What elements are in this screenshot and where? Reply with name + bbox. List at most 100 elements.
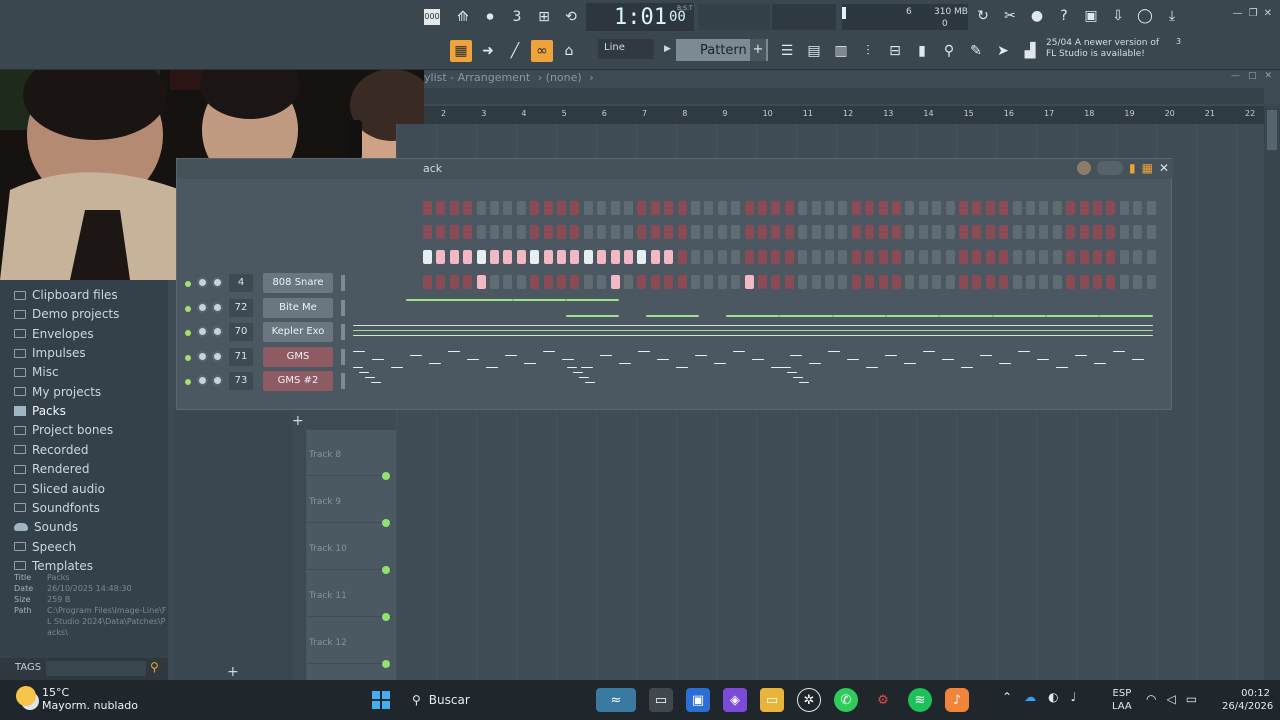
stamp-icon[interactable]: ⌂ — [558, 40, 580, 62]
channel-name-button[interactable]: GMS — [263, 346, 333, 367]
step-button[interactable] — [503, 250, 513, 264]
channel-select[interactable] — [341, 299, 345, 316]
chevron-up-icon[interactable]: ⌃ — [1002, 690, 1012, 704]
step-button[interactable] — [717, 250, 727, 264]
step-button[interactable] — [1012, 225, 1022, 239]
step-button[interactable] — [677, 225, 687, 239]
step-button[interactable] — [1066, 250, 1076, 264]
step-button[interactable] — [892, 201, 901, 215]
step-button[interactable] — [637, 225, 647, 239]
browser-item[interactable]: Sounds — [14, 518, 78, 536]
step-button[interactable] — [610, 201, 620, 215]
language-indicator[interactable]: ESP LAA — [1112, 687, 1132, 713]
playlist-maximize-icon[interactable]: □ — [1248, 71, 1257, 81]
mixer-track-number[interactable]: 73 — [229, 372, 253, 390]
step-button[interactable] — [1133, 250, 1143, 264]
playlist-minimize-icon[interactable]: — — [1231, 71, 1240, 81]
step-button[interactable] — [851, 250, 861, 264]
track-header[interactable]: Track 11 — [306, 571, 392, 621]
mixer-track-number[interactable]: 4 — [229, 274, 253, 292]
step-button[interactable] — [691, 225, 700, 239]
chatgpt-icon[interactable]: ✲ — [797, 688, 821, 712]
step-button[interactable] — [583, 201, 593, 215]
step-button[interactable] — [717, 201, 727, 215]
step-button[interactable] — [516, 225, 526, 239]
volume-knob[interactable] — [212, 301, 223, 313]
step-button[interactable] — [1106, 250, 1116, 264]
step-button[interactable] — [423, 225, 432, 239]
step-button[interactable] — [449, 250, 459, 264]
step-button[interactable] — [1119, 225, 1129, 239]
cart-icon[interactable]: ▟ — [1019, 40, 1041, 62]
channel-led[interactable] — [185, 354, 191, 361]
step-button[interactable] — [1052, 250, 1062, 264]
channel-name-button[interactable]: Bite Me — [263, 297, 333, 318]
scroll-thumb[interactable] — [1267, 110, 1277, 150]
channel-select[interactable] — [341, 275, 345, 291]
step-button[interactable] — [1039, 250, 1049, 264]
mixer-track-number[interactable]: 72 — [229, 298, 253, 317]
step-button[interactable] — [664, 201, 674, 215]
step-button[interactable] — [771, 201, 781, 215]
news-panel[interactable]: 25/04 A newer version of FL Studio is av… — [1046, 37, 1181, 64]
clock[interactable]: 00:12 26/4/2026 — [1222, 687, 1273, 713]
step-button[interactable] — [838, 250, 848, 264]
step-button[interactable] — [570, 225, 580, 239]
whatsapp-icon[interactable]: ✆ — [834, 688, 858, 712]
step-button[interactable] — [892, 250, 901, 264]
network-group[interactable]: ◠ ◁ ▭ — [1146, 692, 1197, 706]
volume-knob[interactable] — [212, 277, 223, 288]
step-button[interactable] — [423, 250, 432, 264]
step-button[interactable] — [999, 225, 1009, 239]
step-button[interactable] — [1093, 250, 1102, 264]
step-button[interactable] — [784, 201, 794, 215]
countdown-icon[interactable]: 3 — [506, 6, 528, 28]
step-button[interactable] — [1093, 201, 1102, 215]
mixer-icon[interactable]: ⫶ — [857, 40, 879, 62]
browser-item[interactable]: Rendered — [14, 460, 89, 478]
snap-select[interactable]: Line — [598, 39, 654, 59]
browser-item[interactable]: Misc — [14, 363, 59, 381]
step-button[interactable] — [811, 225, 821, 239]
step-button[interactable] — [999, 201, 1009, 215]
step-button[interactable] — [932, 225, 942, 239]
step-button[interactable] — [798, 201, 808, 215]
step-button[interactable] — [731, 225, 741, 239]
step-button[interactable] — [972, 250, 982, 264]
step-button[interactable] — [1026, 201, 1035, 215]
step-button[interactable] — [436, 250, 446, 264]
step-button[interactable] — [637, 201, 647, 215]
widget-icon[interactable]: ≈ — [596, 688, 636, 712]
step-button[interactable] — [677, 250, 687, 264]
browser-item[interactable]: Envelopes — [14, 325, 94, 343]
step-button[interactable] — [918, 225, 928, 239]
step-button[interactable] — [1026, 225, 1035, 239]
channel-led[interactable] — [185, 305, 191, 312]
step-button[interactable] — [918, 250, 928, 264]
step-button[interactable] — [731, 250, 741, 264]
arrangement-name[interactable]: (none) — [546, 71, 582, 84]
step-button[interactable] — [436, 225, 446, 239]
start-button[interactable] — [372, 691, 390, 709]
playlist-close-icon[interactable]: ✕ — [1264, 71, 1272, 81]
step-button[interactable] — [557, 201, 566, 215]
pattern-arrow-icon[interactable]: ▶ — [664, 44, 671, 54]
browser-item[interactable]: Recorded — [14, 441, 88, 459]
channel-name-button[interactable]: 808 Snare — [263, 273, 333, 293]
step-button[interactable] — [1052, 225, 1062, 239]
step-button[interactable] — [677, 201, 687, 215]
step-button[interactable] — [905, 201, 915, 215]
step-button[interactable] — [932, 250, 942, 264]
step-button[interactable] — [530, 225, 540, 239]
channel-name-button[interactable]: Kepler Exo — [263, 322, 333, 342]
chat-icon[interactable]: ◯ — [1134, 5, 1156, 27]
playlist-icon[interactable]: ▦ — [450, 40, 472, 62]
step-button[interactable] — [784, 250, 794, 264]
restore-icon[interactable]: ❐ — [1249, 8, 1258, 19]
step-button[interactable] — [1079, 201, 1089, 215]
add-pattern-button[interactable]: + — [750, 39, 766, 61]
step-button[interactable] — [999, 250, 1009, 264]
mixer-track-number[interactable]: 70 — [229, 323, 253, 341]
pan-knob[interactable] — [197, 277, 208, 288]
step-button[interactable] — [1012, 250, 1022, 264]
